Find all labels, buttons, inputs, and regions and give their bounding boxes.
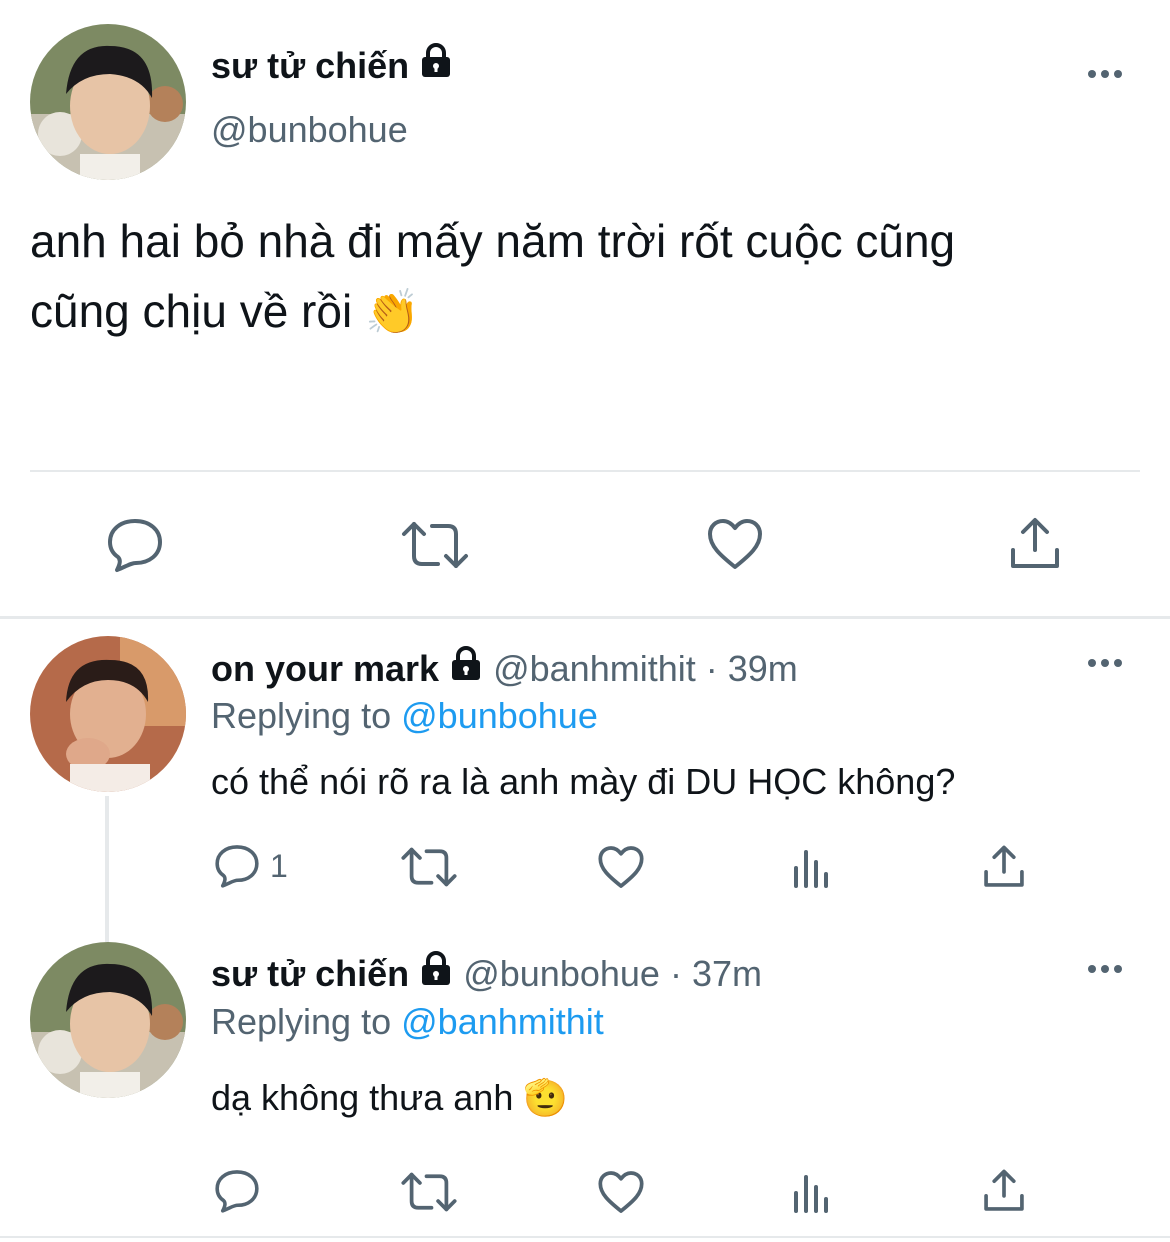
- share-button[interactable]: [1008, 516, 1062, 572]
- reply1-more-icon[interactable]: [1088, 659, 1122, 667]
- reply2-like-button[interactable]: [597, 1169, 645, 1215]
- heart-icon: [598, 846, 644, 888]
- reply1-time[interactable]: · 39m: [706, 648, 798, 689]
- main-tweet-avatar[interactable]: [30, 24, 186, 180]
- retweet-icon: [401, 847, 457, 887]
- reply1-display-name[interactable]: on your mark: [211, 648, 439, 689]
- reply2-replying-handle[interactable]: @banhmithit: [401, 1001, 604, 1042]
- retweet-icon: [402, 522, 468, 568]
- bottom-divider: [0, 1236, 1170, 1238]
- reply2-display-name[interactable]: sư tử chiến: [211, 953, 409, 994]
- reply2-avatar[interactable]: [30, 942, 186, 1098]
- reply1-like-button[interactable]: [597, 844, 645, 890]
- like-button[interactable]: [706, 517, 764, 571]
- reply-icon: [215, 845, 259, 888]
- reply1-retweet-button[interactable]: [400, 846, 458, 888]
- reply2-handle[interactable]: @bunbohue: [463, 953, 660, 994]
- reply-icon: [108, 519, 162, 572]
- heart-icon: [708, 519, 762, 569]
- share-icon: [1011, 518, 1059, 568]
- reply-icon: [215, 1170, 259, 1213]
- reply1-reply-count: 1: [270, 847, 288, 884]
- heart-icon: [598, 1171, 644, 1213]
- reply2-reply-button[interactable]: [214, 1168, 260, 1214]
- reply1-share-button[interactable]: [982, 844, 1026, 890]
- main-tweet-more-icon[interactable]: [1088, 70, 1122, 78]
- reply2-time[interactable]: · 37m: [670, 953, 762, 994]
- main-tweet-header: sư tử chiến: [211, 42, 453, 88]
- reply2-analytics-button[interactable]: [792, 1173, 834, 1213]
- reply1-replying-to: Replying to @bunbohue: [211, 695, 598, 736]
- lock-icon: [419, 42, 453, 88]
- reply-button[interactable]: [106, 517, 164, 573]
- reply1-reply-button[interactable]: 1: [214, 843, 288, 889]
- reply2-share-button[interactable]: [982, 1168, 1026, 1214]
- saluting-face-emoji: 🫡: [523, 1077, 569, 1118]
- main-tweet-text: anh hai bỏ nhà đi mấy năm trời rốt cuộc …: [30, 206, 1150, 348]
- main-tweet-text-line1: anh hai bỏ nhà đi mấy năm trời rốt cuộc …: [30, 215, 956, 267]
- reply1-header: on your mark @banhmithit · 39m: [211, 645, 798, 691]
- retweet-button[interactable]: [400, 520, 470, 570]
- share-icon: [984, 845, 1024, 887]
- reply2-text: dạ không thưa anh 🫡: [211, 1077, 569, 1118]
- display-name[interactable]: sư tử chiến: [211, 45, 409, 86]
- clapping-hands-emoji: 👏: [364, 288, 420, 337]
- analytics-icon: [794, 850, 828, 888]
- reply2-retweet-button[interactable]: [400, 1171, 458, 1213]
- reply1-handle[interactable]: @banhmithit: [493, 648, 696, 689]
- reply1-replying-handle[interactable]: @bunbohue: [401, 695, 598, 736]
- section-divider: [0, 616, 1170, 619]
- retweet-icon: [401, 1172, 457, 1212]
- main-tweet-divider: [30, 470, 1140, 472]
- lock-icon: [449, 645, 483, 691]
- reply1-text: có thể nói rõ ra là anh mày đi DU HỌC kh…: [211, 761, 956, 802]
- reply1-analytics-button[interactable]: [792, 848, 834, 888]
- lock-icon: [419, 950, 453, 996]
- analytics-icon: [794, 1175, 828, 1213]
- reply1-avatar[interactable]: [30, 636, 186, 792]
- main-tweet-handle[interactable]: @bunbohue: [211, 108, 408, 152]
- reply2-replying-to: Replying to @banhmithit: [211, 1001, 604, 1042]
- share-icon: [984, 1169, 1024, 1211]
- reply2-more-icon[interactable]: [1088, 965, 1122, 973]
- reply2-header: sư tử chiến @bunbohue · 37m: [211, 950, 762, 996]
- thread-line: [105, 796, 109, 942]
- main-tweet-text-line2: cũng chịu về rồi 👏: [30, 285, 420, 337]
